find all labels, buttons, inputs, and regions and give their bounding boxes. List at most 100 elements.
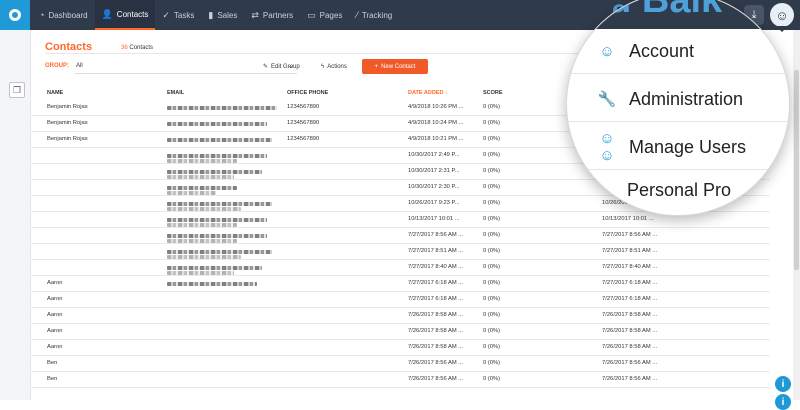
nav-item-label: Sales xyxy=(217,10,238,20)
date-added: 10/30/2017 2:49 P... xyxy=(408,152,460,158)
menu-item-personal-profile[interactable]: Personal Pro xyxy=(627,175,731,205)
info-icon[interactable]: i xyxy=(775,376,791,392)
last-activity: 7/27/2017 8:40 AM ... xyxy=(602,264,658,270)
contact-name[interactable]: Aaron xyxy=(47,296,62,302)
score: 0 (0%) xyxy=(483,296,501,302)
table-row[interactable]: 7/27/2017 8:51 AM ... 0 (0%) 7/27/2017 8:5… xyxy=(30,244,770,260)
score: 0 (0%) xyxy=(483,136,501,142)
app-logo[interactable] xyxy=(0,0,30,30)
table-row[interactable]: 7/27/2017 8:40 AM ... 0 (0%) 7/27/2017 8:4… xyxy=(30,260,770,276)
sort-arrow-icon: ↓ xyxy=(444,90,448,96)
score: 0 (0%) xyxy=(483,328,501,334)
last-activity: 10/13/2017 10:01 ... xyxy=(602,216,654,222)
nav-item-sales[interactable]: ▮ Sales xyxy=(201,0,244,30)
tracking-icon: ⁄ xyxy=(356,9,358,20)
col-header-date-added[interactable]: DATE ADDED ↓ xyxy=(408,90,448,96)
score: 0 (0%) xyxy=(483,152,501,158)
nav-item-label: Partners xyxy=(262,10,294,20)
nav-item-contacts[interactable]: 👤 Contacts xyxy=(94,0,156,30)
contact-name[interactable]: Ben xyxy=(47,376,57,382)
redacted-email xyxy=(167,175,234,179)
date-added: 7/26/2017 8:56 AM ... xyxy=(408,360,464,366)
edit-group-button[interactable]: ✎ Edit Group xyxy=(258,59,305,74)
actions-button[interactable]: ϟ Actions xyxy=(316,59,352,74)
contact-name[interactable]: Ben xyxy=(47,360,57,366)
users-icon: ☺☺ xyxy=(599,130,615,164)
menu-item-account[interactable]: ☺ Account xyxy=(597,36,694,66)
contact-name[interactable]: Benjamin Rojas xyxy=(47,120,88,126)
contact-count-label: Contacts xyxy=(129,45,154,51)
nav-item-label: Dashboard xyxy=(48,10,88,20)
table-row[interactable]: Aaron 7/27/2017 6:18 AM ... 0 (0%) 7/27/201… xyxy=(30,276,770,292)
last-activity: 7/27/2017 6:18 AM ... xyxy=(602,296,658,302)
contact-name[interactable]: Benjamin Rojas xyxy=(47,104,88,110)
contact-count: 36 Contacts xyxy=(121,45,153,51)
magnified-topbar: ed Balk xyxy=(567,0,789,29)
col-header-phone[interactable]: OFFICE PHONE xyxy=(287,90,328,96)
score: 0 (0%) xyxy=(483,376,501,382)
office-phone: 1234567890 xyxy=(287,120,320,126)
date-added: 7/26/2017 8:58 AM ... xyxy=(408,344,464,350)
last-activity: 7/26/2017 8:56 AM ... xyxy=(602,360,658,366)
office-phone: 1234567890 xyxy=(287,136,320,142)
table-row[interactable]: 7/27/2017 8:56 AM ... 0 (0%) 7/27/2017 8:5… xyxy=(30,228,770,244)
new-contact-button[interactable]: + New Contact xyxy=(362,59,428,74)
nav-item-pages[interactable]: ▭ Pages xyxy=(300,0,349,30)
date-added: 7/26/2017 8:58 AM ... xyxy=(408,312,464,318)
date-added: 4/9/2018 10:26 PM ... xyxy=(408,104,464,110)
table-row[interactable]: Aaron 7/26/2017 8:58 AM ... 0 (0%) 7/26/201… xyxy=(30,308,770,324)
redacted-email xyxy=(167,239,237,243)
person-icon: ☺ xyxy=(599,42,615,60)
date-added: 7/27/2017 8:56 AM ... xyxy=(408,232,464,238)
menu-item-manage-users[interactable]: ☺☺ Manage Users xyxy=(597,130,746,164)
contact-name[interactable]: Benjamin Rojas xyxy=(47,136,88,142)
redacted-email xyxy=(167,266,262,270)
last-activity: 7/27/2017 6:18 AM ... xyxy=(602,280,658,286)
nav-item-partners[interactable]: ⇄ Partners xyxy=(244,0,300,30)
date-added: 7/27/2017 6:18 AM ... xyxy=(408,280,464,286)
menu-item-administration-label: Administration xyxy=(629,88,744,109)
last-activity: 7/26/2017 8:58 AM ... xyxy=(602,328,658,334)
scrollbar[interactable] xyxy=(793,30,800,400)
bolt-icon: ϟ xyxy=(321,63,325,70)
col-header-email[interactable]: EMAIL xyxy=(167,90,184,96)
contact-name[interactable]: Aaron xyxy=(47,328,62,334)
redacted-email xyxy=(167,282,257,286)
copy-icon[interactable]: ❐ xyxy=(9,82,25,98)
table-row[interactable]: Ben 7/26/2017 8:56 AM ... 0 (0%) 7/26/2017 … xyxy=(30,372,770,388)
nav-item-label: Pages xyxy=(319,10,343,20)
col-header-name[interactable]: NAME xyxy=(47,90,63,96)
date-added: 10/13/2017 10:01 ... xyxy=(408,216,460,222)
left-gutter: ❐ xyxy=(0,30,31,400)
last-activity: 7/26/2017 8:56 AM ... xyxy=(602,376,658,382)
menu-item-administration[interactable]: 🔧 Administration xyxy=(597,84,743,114)
nav-item-label: Tracking xyxy=(361,10,393,20)
user-menu-magnifier: ed Balk ☺ Account 🔧 Administration ☺☺ Ma… xyxy=(566,0,790,216)
table-row[interactable]: Ben 7/26/2017 8:56 AM ... 0 (0%) 7/26/2017 … xyxy=(30,356,770,372)
scroll-thumb[interactable] xyxy=(794,70,799,270)
redacted-email xyxy=(167,138,272,142)
wrench-icon: 🔧 xyxy=(597,91,617,108)
contact-name[interactable]: Aaron xyxy=(47,280,62,286)
date-added: 4/9/2018 10:24 PM ... xyxy=(408,120,464,126)
col-header-score[interactable]: SCORE xyxy=(483,90,503,96)
redacted-email xyxy=(167,154,267,158)
score: 0 (0%) xyxy=(483,280,501,286)
magnified-brand: ed Balk xyxy=(587,0,723,21)
contact-name[interactable]: Aaron xyxy=(47,312,62,318)
nav-item-dashboard[interactable]: ◔ Dashboard xyxy=(32,0,95,30)
table-row[interactable]: Aaron 7/26/2017 8:58 AM ... 0 (0%) 7/26/201… xyxy=(30,324,770,340)
last-activity: 7/27/2017 8:51 AM ... xyxy=(602,248,658,254)
table-row[interactable]: Aaron 7/26/2017 8:58 AM ... 0 (0%) 7/26/201… xyxy=(30,340,770,356)
nav-item-tracking[interactable]: ⁄ Tracking xyxy=(349,0,399,30)
table-row[interactable]: Aaron 7/27/2017 6:18 AM ... 0 (0%) 7/27/201… xyxy=(30,292,770,308)
office-phone: 1234567890 xyxy=(287,104,320,110)
nav-item-label: Contacts xyxy=(116,9,149,19)
redacted-email xyxy=(167,186,237,190)
menu-divider xyxy=(567,73,789,74)
nav-item-tasks[interactable]: ✓ Tasks xyxy=(155,0,201,30)
info-icon-2[interactable]: i xyxy=(775,394,791,410)
contact-name[interactable]: Aaron xyxy=(47,344,62,350)
page-title: Contacts xyxy=(45,41,93,53)
score: 0 (0%) xyxy=(483,120,501,126)
